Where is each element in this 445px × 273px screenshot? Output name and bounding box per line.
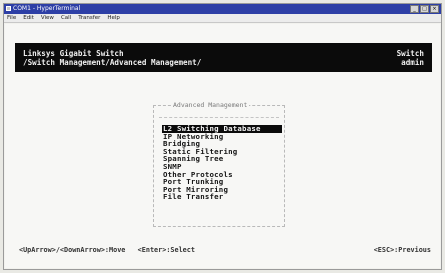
device-name: Linksys Gigabit Switch [23, 49, 124, 58]
terminal-window: COM1 - HyperTerminal _ □ × File Edit Vie… [3, 3, 442, 270]
menu-call[interactable]: Call [61, 14, 71, 22]
minimize-button[interactable]: _ [410, 5, 419, 13]
menu-divider [159, 117, 279, 118]
window-controls: _ □ × [410, 5, 439, 13]
menu-help[interactable]: Help [107, 14, 120, 22]
window-title: COM1 - HyperTerminal [13, 5, 81, 12]
escape-hint: <ESC>:Previous [373, 246, 431, 254]
menu-options: L2 Switching Database IP Networking Brid… [162, 125, 282, 201]
menu-edit[interactable]: Edit [23, 14, 34, 22]
user-name: admin [401, 58, 424, 67]
close-button[interactable]: × [430, 5, 439, 13]
menu-path: /Switch Management/Advanced Management/ [23, 58, 202, 67]
option-file-transfer[interactable]: File Transfer [163, 193, 282, 201]
console-header: Linksys Gigabit Switch /Switch Managemen… [15, 43, 432, 72]
title-bar[interactable]: COM1 - HyperTerminal _ □ × [4, 4, 441, 14]
maximize-button[interactable]: □ [420, 5, 429, 13]
navigation-hint: <UpArrow>/<DownArrow>:Move <Enter>:Selec… [19, 246, 195, 254]
menu-file[interactable]: File [7, 14, 16, 22]
app-icon [6, 6, 11, 11]
device-label: Switch [396, 49, 424, 58]
menu-transfer[interactable]: Transfer [78, 14, 100, 22]
menu-view[interactable]: View [41, 14, 54, 22]
menu-title: Advanced Management [171, 101, 250, 110]
terminal-screen[interactable]: Linksys Gigabit Switch /Switch Managemen… [5, 24, 440, 268]
menu-bar: File Edit View Call Transfer Help [4, 14, 441, 23]
